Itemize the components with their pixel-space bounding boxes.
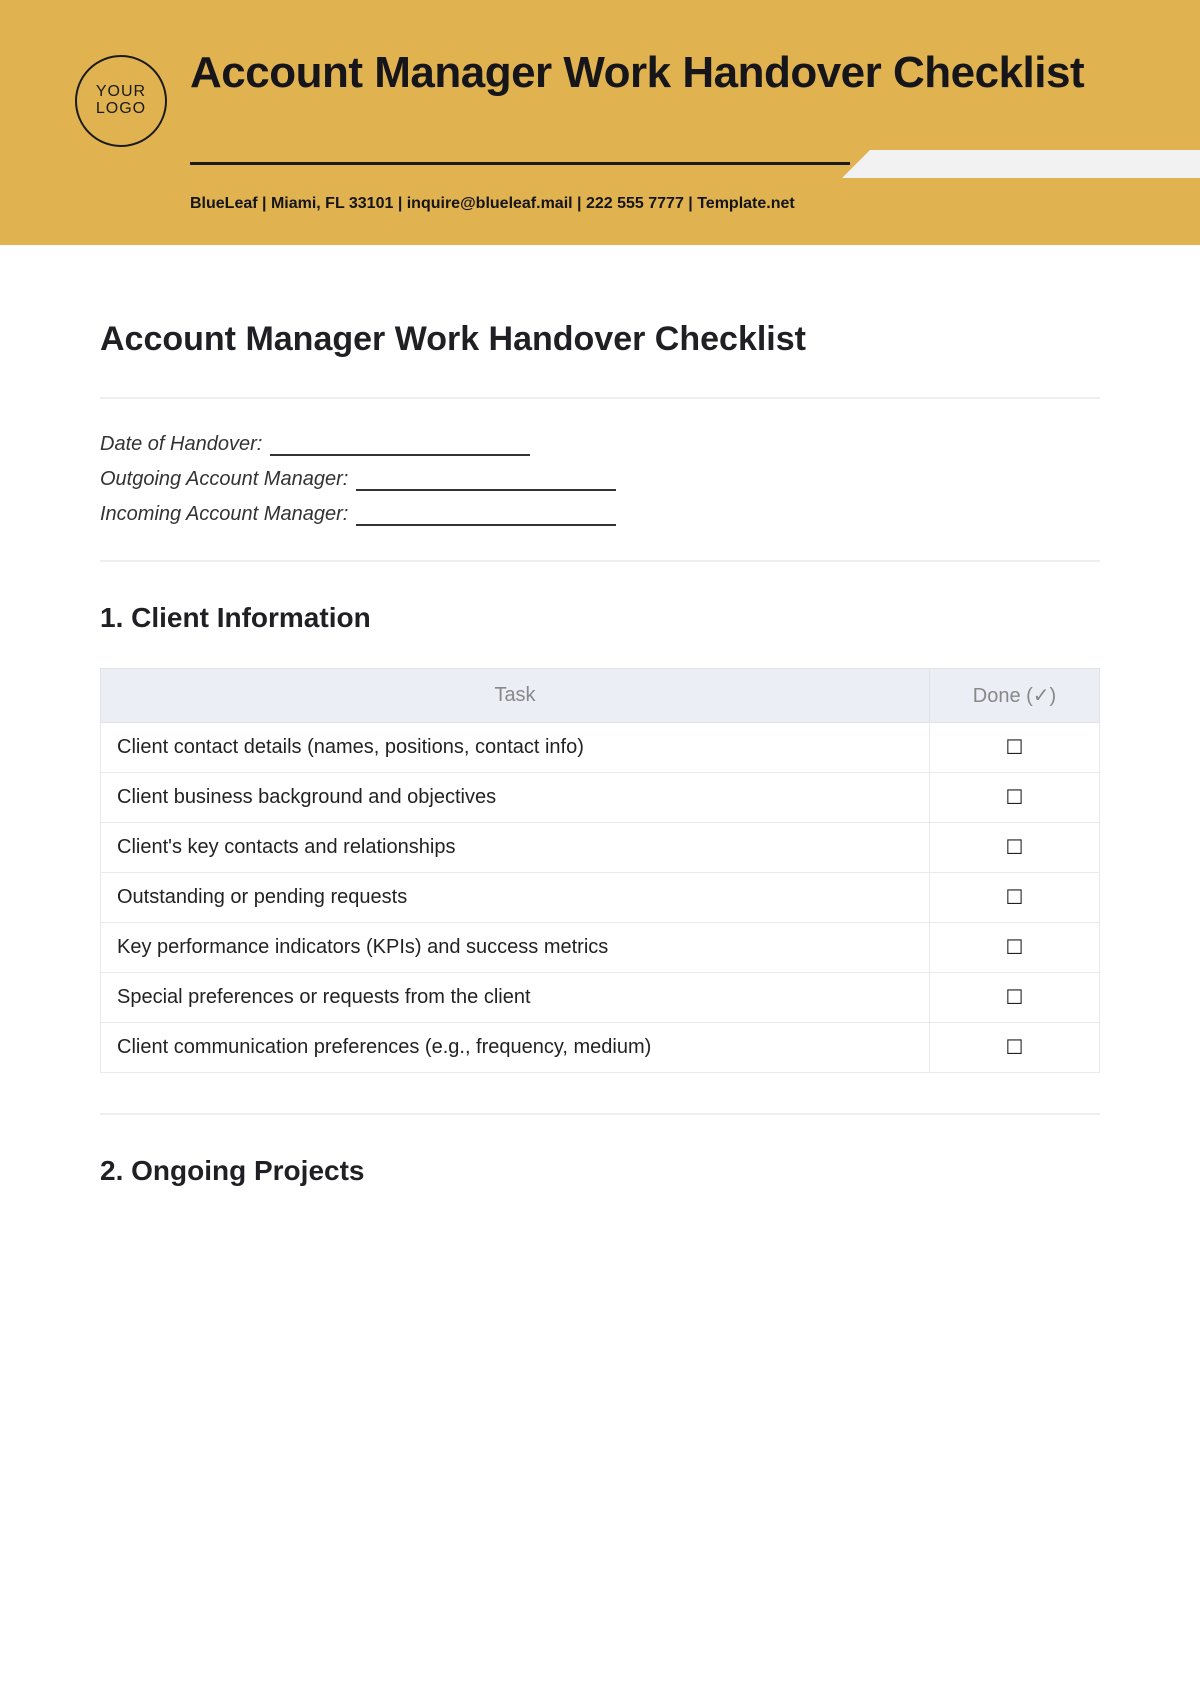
meta-date-blank[interactable] [270, 438, 530, 456]
logo-placeholder: YOUR LOGO [75, 55, 167, 147]
document-title: Account Manager Work Handover Checklist [100, 320, 1100, 359]
meta-incoming-label: Incoming Account Manager: [100, 503, 348, 526]
section-heading: 1. Client Information [100, 602, 1100, 634]
done-checkbox[interactable]: ☐ [930, 723, 1100, 773]
task-cell: Client business background and objective… [101, 773, 930, 823]
table-row: Outstanding or pending requests☐ [101, 873, 1100, 923]
task-cell: Client communication preferences (e.g., … [101, 1023, 930, 1073]
done-checkbox[interactable]: ☐ [930, 873, 1100, 923]
meta-date-row: Date of Handover: [100, 433, 1100, 456]
banner-contact-line: BlueLeaf | Miami, FL 33101 | inquire@blu… [190, 195, 795, 213]
task-cell: Client contact details (names, positions… [101, 723, 930, 773]
task-cell: Outstanding or pending requests [101, 873, 930, 923]
logo-text-bottom: LOGO [96, 101, 146, 118]
done-checkbox[interactable]: ☐ [930, 823, 1100, 873]
table-row: Client contact details (names, positions… [101, 723, 1100, 773]
meta-outgoing-blank[interactable] [356, 473, 616, 491]
table-row: Client business background and objective… [101, 773, 1100, 823]
meta-date-label: Date of Handover: [100, 433, 262, 456]
table-row: Key performance indicators (KPIs) and su… [101, 923, 1100, 973]
banner-title: Account Manager Work Handover Checklist [190, 48, 1125, 97]
header-banner: YOUR LOGO Account Manager Work Handover … [0, 0, 1200, 245]
done-checkbox[interactable]: ☐ [930, 1023, 1100, 1073]
table-row: Client's key contacts and relationships☐ [101, 823, 1100, 873]
banner-notch [870, 150, 1200, 178]
done-checkbox[interactable]: ☐ [930, 923, 1100, 973]
done-checkbox[interactable]: ☐ [930, 973, 1100, 1023]
meta-fields: Date of Handover: Outgoing Account Manag… [100, 433, 1100, 526]
table-row: Special preferences or requests from the… [101, 973, 1100, 1023]
meta-outgoing-row: Outgoing Account Manager: [100, 468, 1100, 491]
page-body: Account Manager Work Handover Checklist … [0, 245, 1200, 1187]
task-cell: Special preferences or requests from the… [101, 973, 930, 1023]
meta-incoming-row: Incoming Account Manager: [100, 503, 1100, 526]
done-checkbox[interactable]: ☐ [930, 773, 1100, 823]
meta-incoming-blank[interactable] [356, 508, 616, 526]
meta-outgoing-label: Outgoing Account Manager: [100, 468, 348, 491]
col-header-task: Task [101, 669, 930, 723]
divider [100, 560, 1100, 562]
logo-text-top: YOUR [96, 84, 146, 101]
divider [100, 1113, 1100, 1115]
col-header-done: Done (✓) [930, 669, 1100, 723]
banner-divider [190, 162, 850, 165]
checklist-table: TaskDone (✓)Client contact details (name… [100, 668, 1100, 1073]
section-heading: 2. Ongoing Projects [100, 1155, 1100, 1187]
task-cell: Client's key contacts and relationships [101, 823, 930, 873]
task-cell: Key performance indicators (KPIs) and su… [101, 923, 930, 973]
table-row: Client communication preferences (e.g., … [101, 1023, 1100, 1073]
divider [100, 397, 1100, 399]
